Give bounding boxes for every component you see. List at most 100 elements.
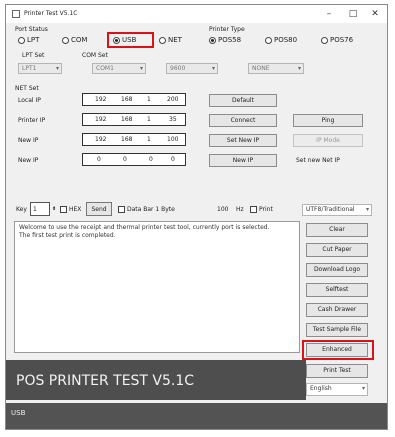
local-ip-label: Local IP xyxy=(18,97,41,104)
chevron-down-icon: ▾ xyxy=(297,65,301,72)
radio-lpt-label: LPT xyxy=(27,36,40,44)
connect-button[interactable]: Connect xyxy=(209,114,277,127)
key-label: Key xyxy=(16,202,27,216)
baud-rate-select[interactable]: 9600 ▾ xyxy=(166,63,218,74)
radio-pos80-dot xyxy=(265,36,272,44)
ip-octet: 0 xyxy=(149,156,153,163)
print-checkbox[interactable]: Print xyxy=(250,202,273,216)
ip-octet: 0 xyxy=(123,156,127,163)
radio-com-dot xyxy=(62,36,69,44)
ip-octet: 0 xyxy=(171,156,175,163)
lpt-port-value: LPT1 xyxy=(22,65,37,72)
local-ip-input[interactable]: 192 168 1 200 xyxy=(82,93,186,106)
highlight-usb xyxy=(107,32,154,48)
radio-com-label: COM xyxy=(71,36,88,44)
data-bar-checkbox-label: Data Bar 1 Byte xyxy=(127,205,175,213)
set-new-ip-button[interactable]: Set New IP xyxy=(209,134,277,147)
ping-button[interactable]: Ping xyxy=(293,114,363,127)
radio-pos58[interactable]: POS58 xyxy=(209,36,241,44)
ip-octet: 192 xyxy=(95,96,107,103)
chevron-down-icon: ▾ xyxy=(211,65,215,72)
new-ip-input-2[interactable]: 0 0 0 0 xyxy=(82,153,186,166)
hz-label: Hz xyxy=(236,202,244,216)
ip-octet: 1 xyxy=(147,96,151,103)
print-checkbox-label: Print xyxy=(259,205,273,213)
language-select[interactable]: English ▾ xyxy=(306,383,368,396)
default-button[interactable]: Default xyxy=(209,94,277,107)
window-title: Printer Test V5.1C xyxy=(24,10,78,17)
selftest-button[interactable]: Selftest xyxy=(306,283,368,297)
lpt-set-label: LPT Set xyxy=(22,52,45,59)
net-set-label: NET Set xyxy=(15,85,39,92)
new-ip-button[interactable]: New IP xyxy=(209,154,277,167)
ip-octet: 192 xyxy=(95,136,107,143)
parity-select[interactable]: NONE ▾ xyxy=(248,63,304,74)
app-window: Printer Test V5.1C – □ ✕ Port Status LPT… xyxy=(5,4,388,430)
new-ip-label: New IP xyxy=(18,137,39,144)
ip-octet: 168 xyxy=(121,136,133,143)
ip-octet: 168 xyxy=(121,116,133,123)
parity-value: NONE xyxy=(252,65,270,72)
test-sample-file-button[interactable]: Test Sample File xyxy=(306,323,368,337)
ip-octet: 1 xyxy=(147,136,151,143)
close-button[interactable]: ✕ xyxy=(364,8,386,20)
baud-rate-value: 9600 xyxy=(170,65,186,72)
maximize-button[interactable]: □ xyxy=(342,8,364,20)
send-button[interactable]: Send xyxy=(86,202,112,216)
com-set-label: COM Set xyxy=(82,52,108,59)
radio-pos76-dot xyxy=(321,36,328,44)
radio-lpt[interactable]: LPT xyxy=(18,36,39,44)
clear-button[interactable]: Clear xyxy=(306,223,368,237)
key-input[interactable]: 1 xyxy=(30,202,50,216)
app-icon xyxy=(12,10,20,18)
byte-count-field[interactable]: 100 xyxy=(217,202,228,216)
radio-com[interactable]: COM xyxy=(62,36,87,44)
ip-octet: 35 xyxy=(169,116,177,123)
cash-drawer-button[interactable]: Cash Drawer xyxy=(306,303,368,317)
ip-octet: 192 xyxy=(95,116,107,123)
title-bar: Printer Test V5.1C – □ ✕ xyxy=(6,5,387,23)
new-ip-input[interactable]: 192 168 1 100 xyxy=(82,133,186,146)
radio-pos76-label: POS76 xyxy=(330,36,354,44)
lpt-port-select[interactable]: LPT1 ▾ xyxy=(18,63,62,74)
chevron-down-icon: ▾ xyxy=(365,206,369,213)
download-logo-button[interactable]: Download Logo xyxy=(306,263,368,277)
ip-octet: 1 xyxy=(147,116,151,123)
ip-octet: 0 xyxy=(97,156,101,163)
radio-pos80[interactable]: POS80 xyxy=(265,36,297,44)
set-net-ip-label: Set new Net IP xyxy=(296,157,340,164)
chevron-down-icon: ▾ xyxy=(139,65,143,72)
radio-pos80-label: POS80 xyxy=(274,36,298,44)
hex-checkbox-box xyxy=(60,205,67,213)
minimize-button[interactable]: – xyxy=(318,8,340,20)
highlight-enhanced xyxy=(302,340,374,360)
status-text: USB xyxy=(11,409,26,417)
radio-pos58-label: POS58 xyxy=(218,36,242,44)
data-bar-checkbox-box xyxy=(118,205,125,213)
com-port-select[interactable]: COM1 ▾ xyxy=(92,63,146,74)
radio-net-dot xyxy=(159,36,166,44)
port-status-label: Port Status xyxy=(15,26,48,33)
printer-ip-input[interactable]: 192 168 1 35 xyxy=(82,113,186,126)
print-checkbox-box xyxy=(250,205,257,213)
radio-pos76[interactable]: POS76 xyxy=(321,36,353,44)
encoding-select[interactable]: UTF8/Traditional ▾ xyxy=(302,204,372,216)
cut-paper-button[interactable]: Cut Paper xyxy=(306,243,368,257)
encoding-value: UTF8/Traditional xyxy=(306,206,355,213)
hex-checkbox[interactable]: HEX xyxy=(60,202,81,216)
com-port-value: COM1 xyxy=(96,65,114,72)
key-label-text: Key xyxy=(16,205,27,213)
key-spinner[interactable]: ⬍ xyxy=(52,202,56,216)
data-bar-checkbox[interactable]: Data Bar 1 Byte xyxy=(118,202,175,216)
ip-octet: 200 xyxy=(167,96,179,103)
log-textarea[interactable]: Welcome to use the receipt and thermal p… xyxy=(14,221,300,353)
byte-count-value: 100 xyxy=(217,205,229,213)
radio-net-label: NET xyxy=(168,36,182,44)
log-line: The first test print is completed. xyxy=(19,232,116,239)
log-line: Welcome to use the receipt and thermal p… xyxy=(19,224,270,231)
hz-label-text: Hz xyxy=(236,205,244,213)
print-test-button[interactable]: Print Test xyxy=(306,364,368,378)
radio-net[interactable]: NET xyxy=(159,36,182,44)
brand-banner: POS PRINTER TEST V5.1C xyxy=(6,360,306,400)
ip-mode-button[interactable]: IP Mode xyxy=(293,134,363,147)
